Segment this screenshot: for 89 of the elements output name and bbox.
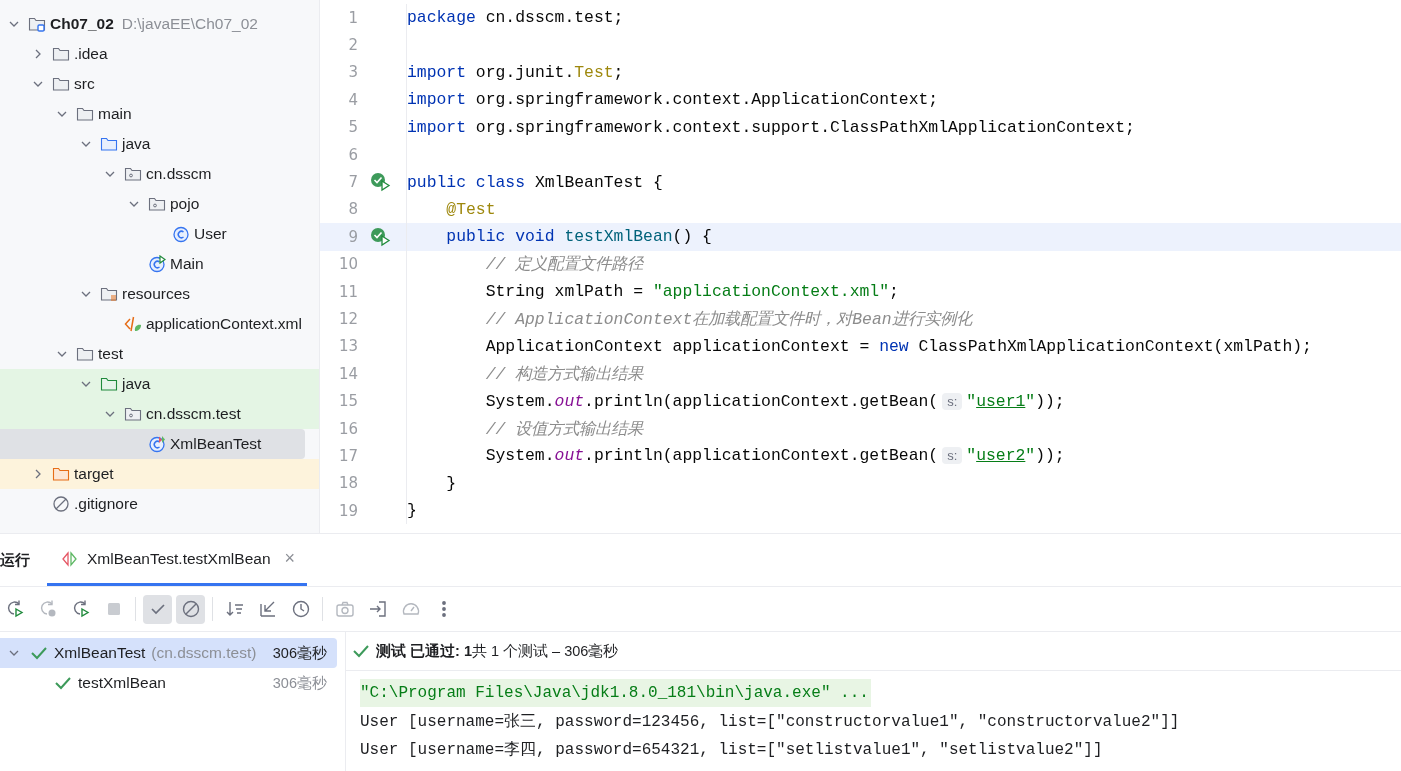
test-result-item[interactable]: XmlBeanTest (cn.dsscm.test) 306毫秒	[0, 638, 337, 668]
line-number: 12	[337, 310, 358, 328]
project-path: D:\javaEE\Ch07_02	[121, 15, 258, 33]
tree-item[interactable]: Main	[0, 249, 319, 279]
code-line: // 定义配置文件路径	[484, 254, 644, 276]
tree-item-label: java	[122, 135, 151, 153]
code-line: // 设值方式输出结果	[484, 418, 644, 440]
checkmark-icon	[352, 643, 370, 659]
code-line: ApplicationContext applicationContext = new ClassPathXmlApplicationContext(xmlPath);	[484, 336, 1312, 356]
test-result-icon	[61, 550, 79, 567]
code-line: import org.junit.Test;	[407, 62, 624, 82]
code-line: package cn.dsscm.test;	[407, 8, 624, 28]
tree-item[interactable]: cn.dsscm.test	[0, 399, 319, 429]
tree-item[interactable]: main	[0, 99, 319, 129]
test-duration: 306毫秒	[272, 673, 328, 693]
line-number: 2	[347, 36, 358, 55]
line-number: 1	[347, 8, 358, 27]
tree-item[interactable]: cn.dsscm	[0, 159, 319, 189]
tree-item[interactable]: XmlBeanTest	[0, 429, 305, 459]
run-test-icon[interactable]	[370, 226, 392, 247]
tree-item-label: .gitignore	[74, 495, 138, 513]
test-name: testXmlBean	[78, 674, 166, 692]
checkmark-icon[interactable]	[143, 594, 172, 624]
tree-item-label: Main	[170, 255, 204, 273]
tree-item-label: XmlBeanTest	[170, 435, 262, 453]
line-number: 16	[337, 419, 358, 438]
tree-item-label: Ch07_02	[50, 15, 114, 33]
tree-item-label: cn.dsscm.test	[146, 405, 241, 423]
line-number: 7	[347, 173, 358, 192]
line-number: 6	[347, 145, 358, 164]
tree-item[interactable]: target	[0, 459, 319, 489]
line-number: 13	[337, 337, 358, 356]
line-number: 15	[337, 392, 358, 411]
tree-item[interactable]: .idea	[0, 39, 319, 69]
tree-item-label: java	[122, 375, 151, 393]
code-line: @Test	[445, 199, 496, 219]
code-line: System.out.println(applicationContext.getBean( s: "user2"));	[484, 446, 1065, 466]
tree-item-label: target	[74, 465, 114, 483]
tree-item[interactable]: pojo	[0, 189, 319, 219]
tree-item[interactable]: .gitignore	[0, 489, 319, 519]
code-line: // 构造方式输出结果	[484, 363, 644, 385]
tree-item-label: resources	[122, 285, 191, 303]
tree-item[interactable]: applicationContext.xml	[0, 309, 319, 339]
tree-item[interactable]: resources	[0, 279, 319, 309]
code-line: public class XmlBeanTest {	[407, 172, 663, 192]
console-line: User [username=张三, password=123456, list=["constructorvalue1", "constructorvalue2"]]	[360, 711, 1181, 733]
tree-item-label: User	[194, 225, 227, 243]
line-number: 8	[347, 200, 358, 219]
tree-item[interactable]: java	[0, 369, 319, 399]
line-number: 18	[337, 474, 358, 493]
tree-item[interactable]: java	[0, 129, 319, 159]
run-test-icon[interactable]	[370, 172, 392, 193]
tree-item[interactable]: Ch07_02 D:\javaEE\Ch07_02	[0, 9, 319, 39]
line-number: 9	[347, 227, 358, 246]
tree-item[interactable]: User	[0, 219, 319, 249]
tree-item-label: pojo	[170, 195, 200, 213]
code-line: String xmlPath = "applicationContext.xml";	[484, 282, 899, 302]
code-line: }	[445, 473, 457, 493]
tree-item[interactable]: test	[0, 339, 319, 369]
test-package: (cn.dsscm.test)	[151, 644, 257, 662]
line-number: 14	[337, 364, 358, 383]
line-number: 11	[337, 282, 358, 301]
code-line: }	[407, 501, 417, 521]
panel-title: 运行	[0, 549, 31, 570]
tree-item[interactable]: src	[0, 69, 319, 99]
tree-item-label: cn.dsscm	[146, 165, 212, 183]
code-line: import org.springframework.context.ApplicationContext;	[407, 90, 939, 110]
tree-item-label: .idea	[74, 45, 108, 63]
line-number: 5	[347, 118, 358, 137]
line-number: 3	[347, 63, 358, 82]
test-duration: 306毫秒	[272, 643, 328, 663]
tree-item-label: src	[74, 75, 95, 93]
code-line: System.out.println(applicationContext.getBean( s: "user1"));	[484, 391, 1065, 411]
code-line: import org.springframework.context.support.ClassPathXmlApplicationContext;	[407, 117, 1135, 137]
ignored-icon[interactable]	[176, 594, 205, 624]
line-number: 10	[337, 255, 358, 274]
tree-item-label: main	[98, 105, 132, 123]
run-tab[interactable]: XmlBeanTest.testXmlBean ×	[47, 534, 308, 586]
test-result-item[interactable]: testXmlBean 306毫秒	[0, 668, 337, 698]
test-name: XmlBeanTest	[54, 644, 146, 662]
code-line: public void testXmlBean() {	[445, 227, 712, 247]
code-line: // ApplicationContext在加载配置文件时，对Bean进行实例化	[484, 309, 972, 330]
line-number: 19	[337, 501, 358, 520]
tree-item-label: applicationContext.xml	[146, 315, 302, 333]
line-number: 17	[337, 446, 358, 465]
line-number: 4	[347, 90, 358, 109]
test-status: 测试 已通过: 1共 1 个测试 – 306毫秒	[376, 641, 619, 661]
console-line: User [username=李四, password=654321, list=["setlistvalue1", "setlistvalue2"]]	[360, 739, 1104, 761]
tree-item-label: test	[98, 345, 123, 363]
